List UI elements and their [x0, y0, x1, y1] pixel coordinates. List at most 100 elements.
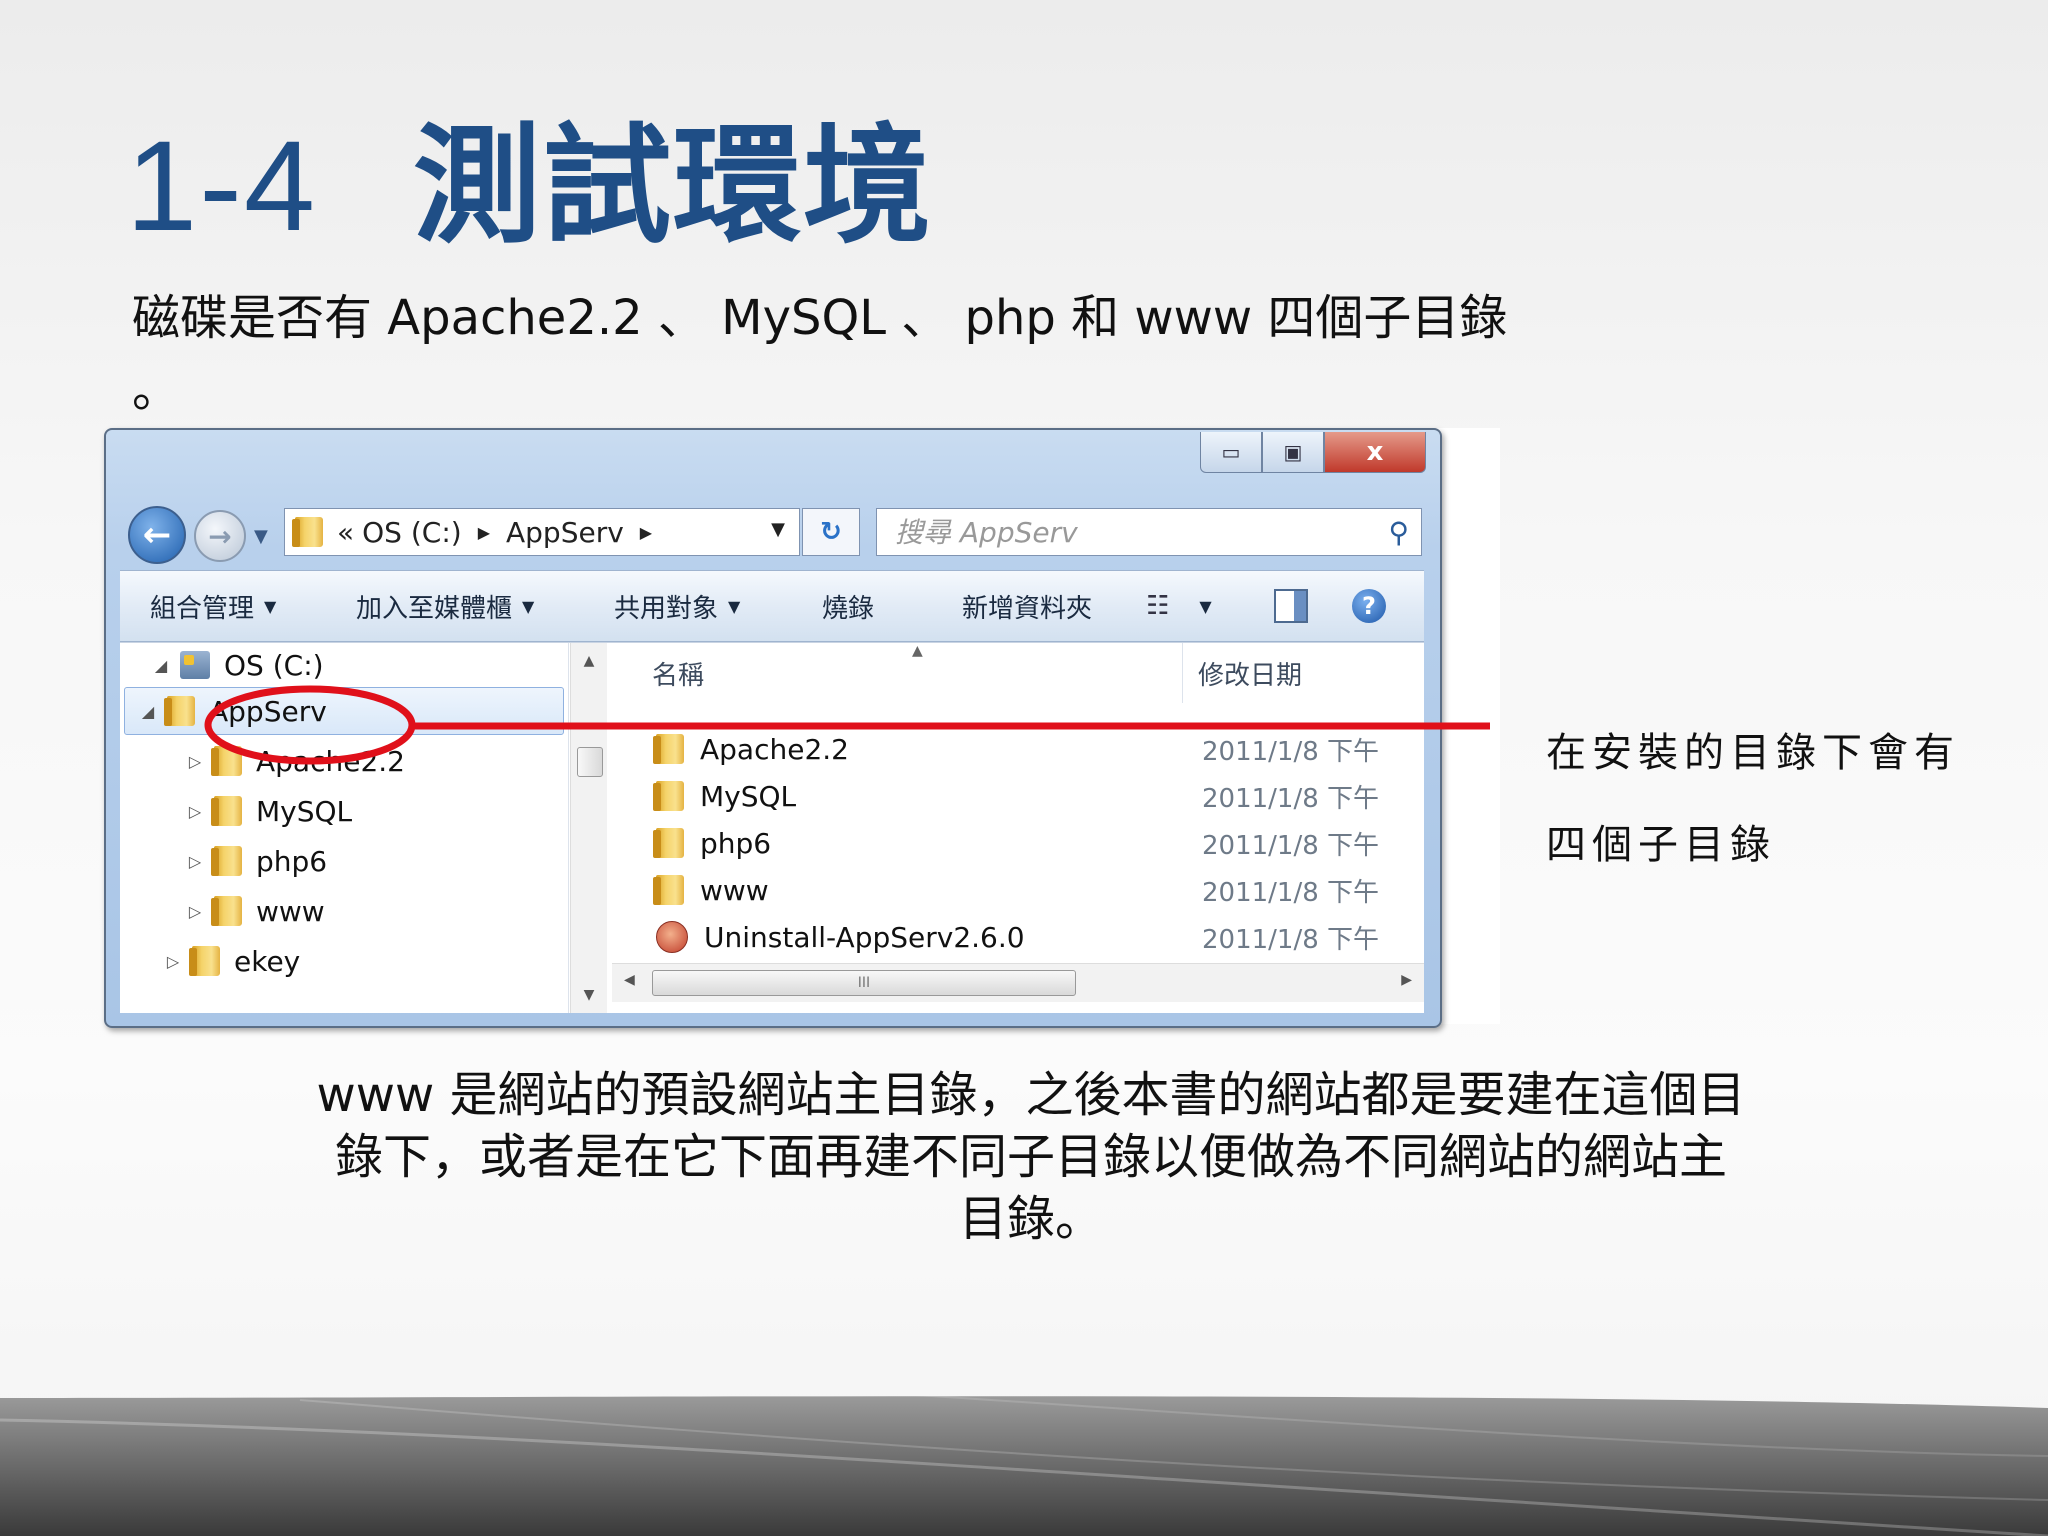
folder-icon — [211, 746, 242, 776]
collapsed-arrow-icon[interactable]: ▷ — [184, 852, 206, 871]
folder-icon — [189, 946, 220, 976]
tree-item-appserv[interactable]: ◢ AppServ — [124, 687, 564, 735]
folder-icon — [211, 896, 242, 926]
refresh-button[interactable]: ↻ — [802, 508, 860, 556]
add-to-library-label: 加入至媒體櫃 — [356, 593, 513, 624]
file-name: php6 — [700, 826, 772, 860]
file-name: www — [700, 873, 769, 907]
tree-item-label: OS (C:) — [224, 648, 324, 682]
share-with-label: 共用對象 — [614, 593, 719, 624]
navigation-pane: ◢ OS (C:) ◢ AppServ ▷ Apache2.2 ▷ MySQL … — [120, 643, 569, 1013]
forward-arrow-icon: → — [208, 519, 232, 553]
collapsed-arrow-icon[interactable]: ▷ — [184, 902, 206, 921]
address-dropdown-icon[interactable]: ▼ — [771, 519, 785, 540]
minimize-button[interactable]: ▭ — [1200, 432, 1262, 473]
forward-button[interactable]: → — [194, 510, 246, 562]
explorer-content: ◢ OS (C:) ◢ AppServ ▷ Apache2.2 ▷ MySQL … — [120, 642, 1424, 1013]
breadcrumb-arrow-icon[interactable]: ▶ — [478, 523, 490, 542]
tree-item-label: ekey — [234, 944, 301, 978]
sort-ascending-icon: ▲ — [912, 643, 923, 659]
callout-text: 在安裝的目錄下會有 四個子目錄 — [1546, 722, 1966, 876]
organize-menu[interactable]: 組合管理 ▼ — [150, 588, 276, 625]
file-row[interactable]: php6 2011/1/8 下午 — [612, 821, 1424, 865]
address-bar[interactable]: « OS (C:) ▶ AppServ ▶ ▼ — [284, 508, 800, 556]
screenshot-margin — [1436, 428, 1500, 1024]
file-row[interactable]: MySQL 2011/1/8 下午 — [612, 774, 1424, 818]
back-button[interactable]: ← — [128, 506, 186, 564]
breadcrumb-appserv[interactable]: AppServ — [506, 516, 624, 549]
expanded-arrow-icon[interactable]: ◢ — [150, 656, 172, 675]
new-folder-label: 新增資料夾 — [962, 593, 1093, 624]
file-list-scrollbar[interactable]: ◀ III ▶ — [612, 963, 1424, 1002]
new-folder-button[interactable]: 新增資料夾 — [962, 588, 1092, 625]
footer-decoration — [0, 1393, 2048, 1536]
uninstall-icon — [656, 921, 688, 953]
scroll-left-icon[interactable]: ◀ — [624, 972, 635, 988]
expanded-arrow-icon[interactable]: ◢ — [137, 702, 159, 721]
breadcrumb-os[interactable]: OS (C:) — [362, 516, 462, 549]
close-button[interactable]: x — [1324, 432, 1426, 473]
collapsed-arrow-icon[interactable]: ▷ — [184, 802, 206, 821]
file-list: 名稱 ▲ 修改日期 Apache2.2 2011/1/8 下午 MySQL 20… — [612, 643, 1424, 1013]
file-row[interactable]: Apache2.2 2011/1/8 下午 — [612, 727, 1424, 771]
command-bar: 組合管理 ▼ 加入至媒體櫃 ▼ 共用對象 ▼ 燒錄 新增資料夾 ☷ ▼ ? — [120, 570, 1424, 642]
tree-item-apache[interactable]: ▷ Apache2.2 — [184, 737, 405, 785]
folder-icon — [211, 846, 242, 876]
collapsed-arrow-icon[interactable]: ▷ — [184, 752, 206, 771]
scroll-down-icon[interactable]: ▼ — [571, 987, 607, 1003]
callout-line-2: 四個子目錄 — [1546, 822, 1776, 868]
tree-item-ekey[interactable]: ▷ ekey — [162, 937, 300, 985]
folder-icon — [292, 517, 323, 547]
window-controls: ▭ ▣ x — [1200, 432, 1426, 473]
search-input[interactable] — [893, 514, 1389, 550]
file-row[interactable]: Uninstall-AppServ2.6.0 2011/1/8 下午 — [612, 915, 1424, 959]
view-options-button[interactable]: ☷ ▼ — [1146, 591, 1212, 621]
intro-line-cont: 。 — [132, 362, 181, 418]
chevron-down-icon: ▼ — [728, 596, 741, 616]
share-with-menu[interactable]: 共用對象 ▼ — [614, 588, 740, 625]
burn-button[interactable]: 燒錄 — [822, 588, 874, 625]
maximize-button[interactable]: ▣ — [1262, 432, 1324, 473]
slide-title-text: 測試環境 — [413, 115, 934, 258]
scrollbar-thumb[interactable] — [577, 747, 603, 777]
column-header-date[interactable]: 修改日期 — [1198, 651, 1302, 695]
help-button[interactable]: ? — [1352, 589, 1386, 623]
tree-item-php6[interactable]: ▷ php6 — [184, 837, 327, 885]
recent-pages-dropdown[interactable]: ▼ — [254, 526, 268, 547]
search-icon[interactable]: ⚲ — [1388, 516, 1409, 549]
preview-pane-button[interactable] — [1274, 589, 1308, 623]
description-text: www 是網站的預設網站主目錄，之後本書的網站都是要建在這個目錄下，或者是在它下… — [316, 1067, 1746, 1247]
column-header-name[interactable]: 名稱 — [652, 651, 704, 695]
collapsed-arrow-icon[interactable]: ▷ — [162, 952, 184, 971]
navigation-scrollbar[interactable]: ▲ ▼ — [570, 643, 607, 1013]
explorer-window: ▭ ▣ x ← → ▼ « OS (C:) ▶ AppServ ▶ ▼ ↻ ⚲ … — [104, 428, 1442, 1028]
file-date: 2011/1/8 下午 — [1202, 783, 1380, 814]
burn-label: 燒錄 — [822, 593, 875, 624]
slide-number: 1-4 — [126, 115, 317, 258]
column-divider[interactable] — [1182, 643, 1183, 703]
scroll-right-icon[interactable]: ▶ — [1401, 972, 1412, 988]
file-name: MySQL — [700, 779, 797, 813]
file-row[interactable]: www 2011/1/8 下午 — [612, 868, 1424, 912]
tree-item-os[interactable]: ◢ OS (C:) — [150, 643, 324, 689]
address-prefix[interactable]: « — [337, 516, 354, 549]
folder-icon — [164, 696, 195, 726]
tree-item-label: php6 — [256, 844, 328, 878]
intro-line: 磁碟是否有 Apache2.2 、 MySQL 、 php 和 www 四個子目… — [132, 290, 1508, 346]
add-to-library-menu[interactable]: 加入至媒體櫃 ▼ — [356, 588, 534, 625]
scroll-up-icon[interactable]: ▲ — [571, 653, 607, 669]
chevron-down-icon: ▼ — [264, 596, 277, 616]
search-box[interactable]: ⚲ — [876, 508, 1422, 556]
scrollbar-thumb[interactable]: III — [652, 970, 1076, 996]
tree-item-label: MySQL — [256, 794, 353, 828]
slide-title: 1-4 測試環境 — [126, 82, 933, 267]
breadcrumb-arrow-icon[interactable]: ▶ — [640, 523, 652, 542]
intro-text: 磁碟是否有 Apache2.2 、 MySQL 、 php 和 www 四個子目… — [132, 282, 1592, 426]
tree-item-mysql[interactable]: ▷ MySQL — [184, 787, 352, 835]
file-date: 2011/1/8 下午 — [1202, 877, 1380, 908]
drive-icon — [180, 651, 210, 679]
tree-item-label: www — [256, 894, 325, 928]
preview-pane-icon — [1274, 589, 1308, 623]
file-name: Apache2.2 — [700, 732, 849, 766]
tree-item-www[interactable]: ▷ www — [184, 887, 325, 935]
